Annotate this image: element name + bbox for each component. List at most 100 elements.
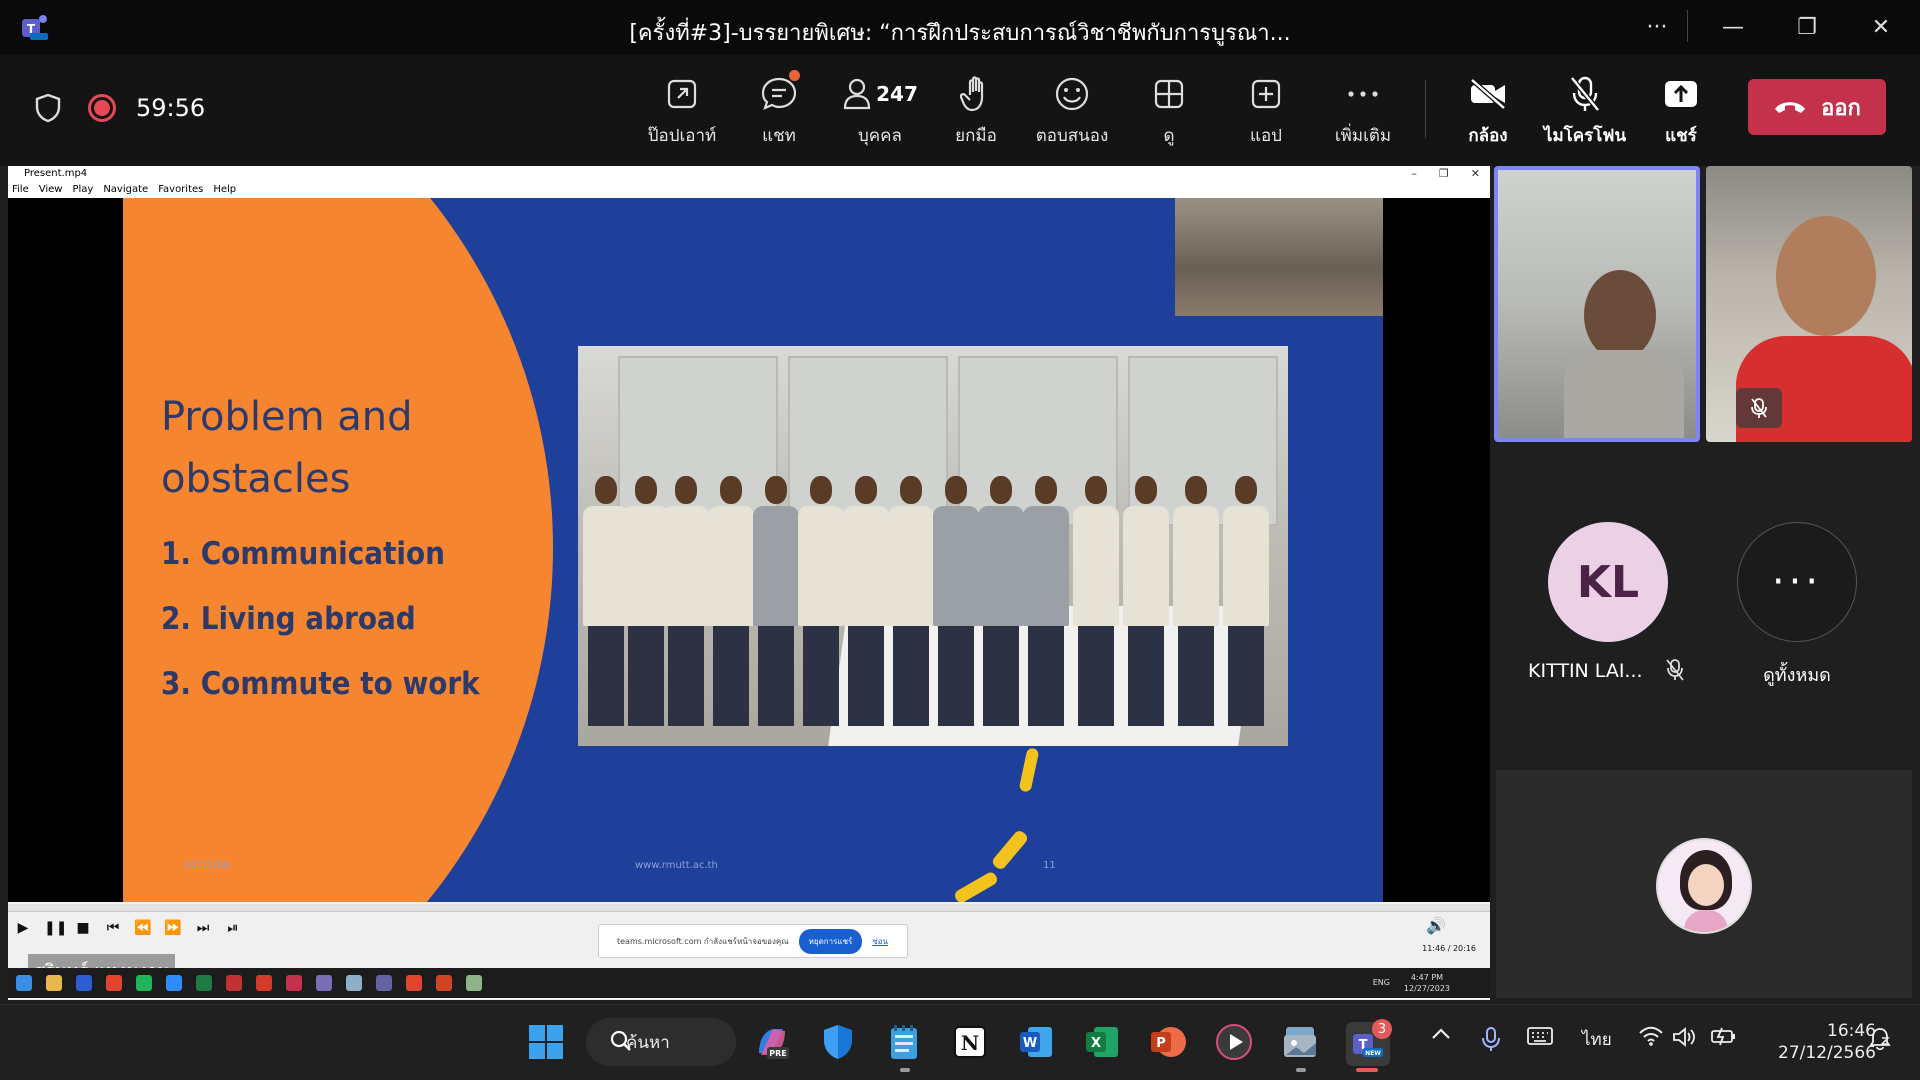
people-icon-group: 247: [842, 72, 918, 116]
notion-icon[interactable]: N: [950, 1022, 990, 1062]
view-all-participants-button[interactable]: ···: [1737, 522, 1857, 642]
volume-icon[interactable]: [1672, 1026, 1696, 1053]
slide-title: Problem and obstacles: [161, 386, 413, 510]
player-menu-navigate: Navigate: [103, 184, 149, 195]
hide-banner-link[interactable]: ซ่อน: [872, 935, 888, 948]
player-menu-play: Play: [72, 184, 94, 195]
player-minimize-icon: –: [1411, 167, 1417, 180]
powerpoint-icon[interactable]: P: [1148, 1022, 1188, 1062]
play-icon[interactable]: ▶: [14, 920, 32, 938]
slide-footer-page: 11: [1043, 860, 1056, 871]
close-button[interactable]: ✕: [1846, 0, 1916, 54]
slide-footer-date: 02/11/66: [185, 860, 230, 871]
participant-avatar-kl[interactable]: KL: [1548, 522, 1668, 642]
stop-icon[interactable]: ■: [74, 920, 92, 938]
rewind-icon[interactable]: ⏪: [134, 920, 152, 938]
photo-person: [978, 476, 1024, 726]
popout-label: ป๊อปเอาท์: [647, 126, 717, 146]
photos-app-icon[interactable]: [1280, 1022, 1320, 1062]
taskbar-search[interactable]: ค้นหา: [586, 1018, 736, 1066]
player-title: Present.mp4: [24, 168, 88, 179]
apps-button[interactable]: แอป: [1218, 72, 1314, 149]
participant-video[interactable]: [1706, 166, 1912, 442]
group-photo: [578, 346, 1288, 746]
self-avatar[interactable]: [1656, 838, 1752, 934]
popout-button[interactable]: ป๊อปเอาท์: [634, 72, 730, 149]
wifi-icon[interactable]: [1638, 1026, 1664, 1051]
security-shield-icon[interactable]: [818, 1022, 858, 1062]
shared-excel-icon: [196, 975, 212, 991]
frame-step-icon[interactable]: ⏯: [224, 920, 242, 938]
word-icon[interactable]: W: [1016, 1022, 1056, 1062]
mic-button[interactable]: ไมโครโฟน: [1537, 72, 1633, 149]
shared-explorer-icon: [46, 975, 62, 991]
view-label: ดู: [1163, 126, 1175, 146]
camera-button[interactable]: กล้อง: [1440, 72, 1536, 149]
skip-back-icon[interactable]: ⏮: [104, 920, 122, 938]
windows-start-icon[interactable]: [526, 1022, 566, 1062]
photo-person: [663, 476, 709, 726]
shield-icon[interactable]: [34, 93, 62, 123]
mic-off-icon: [1751, 398, 1767, 418]
grid-icon: [1152, 72, 1186, 116]
search-icon: [610, 1030, 631, 1051]
screen-share-banner: teams.microsoft.com กำลังแชร์หน้าจอของคุ…: [598, 924, 908, 958]
more-actions-button[interactable]: เพิ่มเติม: [1315, 72, 1411, 149]
more-options-button[interactable]: ···: [1622, 0, 1692, 54]
taskbar-clock[interactable]: 16:46 27/12/2566: [1760, 1020, 1876, 1064]
media-player-icon[interactable]: [1214, 1022, 1254, 1062]
title-bar: T [ครั้งที่#3]-บรรยายพิเศษ: “การฝึกประสบ…: [0, 0, 1920, 54]
slide-decor-dash: [1018, 747, 1040, 793]
svg-text:PRE: PRE: [769, 1049, 787, 1058]
player-menu-help: Help: [213, 184, 237, 195]
popout-icon: [665, 72, 699, 116]
camera-label: กล้อง: [1468, 126, 1508, 146]
notepad-running-indicator: [900, 1068, 910, 1072]
fast-forward-icon[interactable]: ⏩: [164, 920, 182, 938]
raise-hand-button[interactable]: ยกมือ: [928, 72, 1024, 149]
restore-button[interactable]: ❐: [1772, 0, 1842, 54]
photo-person: [708, 476, 754, 726]
photo-person: [843, 476, 889, 726]
stop-sharing-button[interactable]: หยุดการแชร์: [798, 928, 863, 954]
shared-clock-time: 4:47 PM: [1410, 973, 1444, 982]
skip-forward-icon[interactable]: ⏭: [194, 920, 212, 938]
ellipsis-icon: [1346, 72, 1380, 116]
view-button[interactable]: ดู: [1121, 72, 1217, 149]
input-language[interactable]: ไทย: [1582, 1026, 1612, 1053]
teams-notification-badge: 3: [1372, 1019, 1392, 1039]
keyboard-icon[interactable]: [1526, 1026, 1554, 1051]
people-button[interactable]: 247 บุคคล: [830, 72, 930, 149]
copilot-icon[interactable]: PRE: [752, 1022, 792, 1062]
svg-text:P: P: [1156, 1036, 1166, 1051]
shared-app-icon: [346, 975, 362, 991]
mic-label: ไมโครโฟน: [1543, 126, 1627, 146]
pause-icon[interactable]: ❚❚: [44, 920, 67, 938]
chat-button[interactable]: แชท: [731, 70, 827, 149]
player-time: 11:46 / 20:16: [1422, 944, 1476, 953]
battery-icon[interactable]: [1710, 1026, 1738, 1051]
presentation-slide: Problem and obstacles 1. Communication 2…: [123, 198, 1383, 902]
svg-text:NEW: NEW: [1365, 1050, 1381, 1057]
shared-lang-indicator: ENG: [1372, 978, 1390, 987]
player-seek-bar[interactable]: [8, 904, 1490, 912]
notepad-icon[interactable]: [884, 1022, 924, 1062]
leave-button[interactable]: ออก: [1748, 79, 1886, 135]
participant-face: [1776, 216, 1876, 336]
mic-off-icon: [1568, 72, 1602, 116]
photo-person: [1223, 476, 1269, 726]
microphone-tray-icon[interactable]: [1480, 1026, 1502, 1057]
slide-title-line1: Problem and: [161, 394, 413, 440]
slide-decor-dash: [990, 828, 1030, 872]
excel-icon[interactable]: X: [1082, 1022, 1122, 1062]
chevron-up-icon[interactable]: [1430, 1026, 1452, 1046]
share-button[interactable]: แชร์: [1633, 72, 1729, 149]
svg-text:N: N: [961, 1031, 979, 1055]
player-volume-icon[interactable]: 🔊: [1426, 916, 1446, 935]
minimize-button[interactable]: —: [1698, 0, 1768, 54]
photo-person: [753, 476, 799, 726]
participant-video-active[interactable]: [1494, 166, 1700, 442]
notifications-icon[interactable]: [1868, 1026, 1892, 1057]
react-button[interactable]: ตอบสนอง: [1024, 72, 1120, 149]
avatar-body: [1684, 910, 1728, 932]
